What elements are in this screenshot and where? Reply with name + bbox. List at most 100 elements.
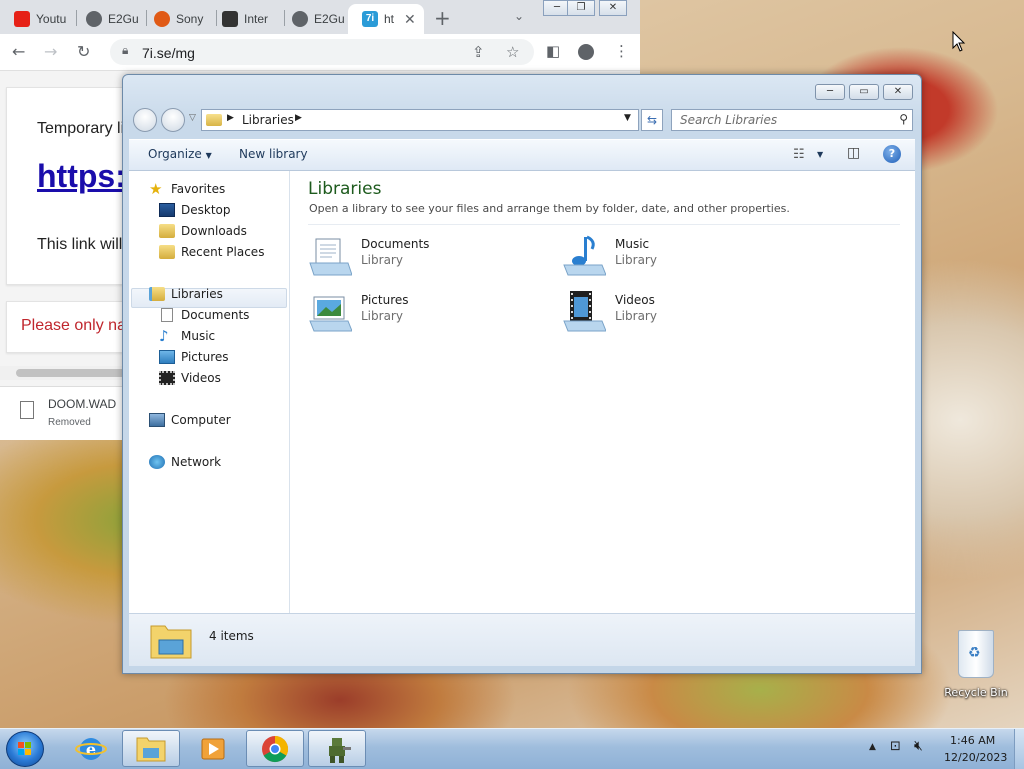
nav-label: Network bbox=[171, 455, 222, 469]
tab-e2guardian-2[interactable]: E2Gu bbox=[278, 4, 350, 34]
recent-pages-chevron-icon[interactable]: ▽ bbox=[189, 113, 196, 123]
view-options-chevron-icon[interactable]: ▼ bbox=[817, 150, 823, 159]
show-desktop-button[interactable] bbox=[1014, 729, 1024, 769]
taskbar-windows-explorer[interactable] bbox=[122, 730, 180, 767]
tab-search-chevron-icon[interactable]: ⌄ bbox=[514, 9, 524, 23]
breadcrumb-arrow-icon[interactable]: ▶ bbox=[227, 113, 234, 123]
refresh-button[interactable]: ⇆ bbox=[641, 109, 663, 131]
clock-time[interactable]: 1:46 AM bbox=[950, 734, 995, 747]
back-button[interactable] bbox=[133, 108, 157, 132]
nav-music[interactable]: ♪ Music bbox=[159, 329, 215, 344]
nav-label: Pictures bbox=[181, 350, 229, 364]
nav-libraries[interactable]: Libraries bbox=[149, 287, 223, 301]
breadcrumb-libraries[interactable]: Libraries bbox=[242, 113, 294, 127]
nav-network[interactable]: Network bbox=[149, 455, 221, 469]
temporary-link[interactable]: https: bbox=[37, 158, 126, 195]
menu-kebab-icon[interactable]: ⋮ bbox=[614, 42, 629, 60]
nav-computer[interactable]: Computer bbox=[149, 413, 231, 427]
preview-pane-icon[interactable]: ◫ bbox=[847, 145, 860, 161]
forward-icon[interactable]: → bbox=[44, 42, 57, 61]
tab-label: Sony bbox=[176, 12, 204, 26]
address-dropdown-icon[interactable]: ▼ bbox=[624, 113, 631, 123]
close-tab-icon[interactable]: ✕ bbox=[404, 11, 416, 28]
internet-explorer-icon: e bbox=[75, 738, 107, 760]
search-box[interactable]: ⚲ bbox=[671, 109, 913, 131]
videos-library-icon bbox=[563, 291, 606, 332]
organize-button[interactable]: Organize ▼ bbox=[148, 147, 212, 161]
taskbar-doom-app[interactable] bbox=[308, 730, 366, 767]
share-icon[interactable]: ⇪ bbox=[472, 43, 485, 61]
recent-places-icon bbox=[159, 245, 175, 259]
nav-documents[interactable]: Documents bbox=[159, 308, 249, 322]
search-input[interactable] bbox=[678, 112, 892, 128]
close-button[interactable]: ✕ bbox=[883, 84, 913, 100]
documents-icon bbox=[161, 308, 173, 322]
globe-icon bbox=[292, 11, 308, 27]
new-tab-button[interactable]: + bbox=[434, 6, 451, 30]
side-panel-icon[interactable]: ◧ bbox=[546, 42, 560, 60]
tab-youtube[interactable]: Youtu bbox=[0, 4, 76, 34]
library-music[interactable]: Music Library bbox=[562, 231, 802, 279]
explorer-folder-icon bbox=[136, 737, 166, 762]
forward-button[interactable] bbox=[161, 108, 185, 132]
bookmark-star-icon[interactable]: ☆ bbox=[506, 43, 519, 61]
library-videos[interactable]: Videos Library bbox=[562, 287, 802, 335]
new-library-button[interactable]: New library bbox=[239, 147, 308, 161]
navigation-pane: ★ Favorites Desktop Downloads Recent Pla… bbox=[129, 171, 290, 613]
address-bar[interactable]: ▶ Libraries ▶ ▼ bbox=[201, 109, 639, 131]
nav-videos[interactable]: Videos bbox=[159, 371, 221, 385]
recycle-bin-icon: ♻ bbox=[958, 630, 994, 678]
file-icon bbox=[20, 401, 34, 419]
tab-7i-active[interactable]: 7i ht ✕ bbox=[348, 4, 424, 34]
tab-e2guardian-1[interactable]: E2Gu bbox=[72, 4, 146, 34]
taskbar-chrome[interactable] bbox=[246, 730, 304, 767]
tab-sony[interactable]: Sony bbox=[140, 4, 216, 34]
close-button[interactable]: ✕ bbox=[599, 0, 627, 16]
taskbar-internet-explorer[interactable]: e bbox=[62, 730, 120, 767]
temporary-link-text: Temporary li bbox=[37, 120, 125, 137]
libraries-folder-icon bbox=[206, 114, 222, 126]
start-button[interactable] bbox=[6, 731, 44, 767]
nav-pictures[interactable]: Pictures bbox=[159, 350, 229, 364]
organize-label: Organize bbox=[148, 147, 202, 161]
download-filename[interactable]: DOOM.WAD bbox=[48, 397, 116, 411]
taskbar-media-player[interactable] bbox=[184, 730, 242, 767]
clock-date[interactable]: 12/20/2023 bbox=[944, 751, 1007, 764]
show-hidden-icons-icon[interactable]: ▲ bbox=[869, 742, 876, 752]
library-type: Library bbox=[361, 309, 403, 323]
network-tray-icon[interactable]: ⊡ bbox=[890, 739, 901, 754]
library-name: Pictures bbox=[361, 293, 409, 307]
profile-avatar-icon[interactable] bbox=[578, 44, 594, 60]
help-icon[interactable]: ? bbox=[883, 145, 901, 163]
nav-desktop[interactable]: Desktop bbox=[159, 203, 231, 217]
maximize-button[interactable]: ▭ bbox=[849, 84, 879, 100]
documents-library-icon bbox=[309, 238, 352, 276]
computer-icon bbox=[149, 413, 165, 427]
volume-muted-icon[interactable]: 🔇︎ bbox=[914, 738, 923, 754]
address-bar[interactable]: 🔒︎ 7i.se/mg ⇪ ☆ bbox=[110, 39, 534, 65]
restore-button[interactable]: ❐ bbox=[567, 0, 595, 16]
tab-label: Inter bbox=[244, 12, 269, 26]
nav-label: Documents bbox=[181, 308, 250, 322]
nav-label: Desktop bbox=[181, 203, 231, 217]
desktop-icon bbox=[159, 203, 175, 217]
nav-recent-places[interactable]: Recent Places bbox=[159, 245, 264, 259]
change-view-icon[interactable]: ☷ bbox=[793, 147, 805, 162]
link-expiry-text: This link will bbox=[37, 236, 123, 253]
media-player-icon bbox=[201, 738, 225, 760]
music-library-icon bbox=[563, 235, 606, 276]
nav-favorites[interactable]: ★ Favorites bbox=[149, 180, 225, 198]
library-documents[interactable]: Documents Library bbox=[308, 231, 548, 279]
explorer-body: ★ Favorites Desktop Downloads Recent Pla… bbox=[129, 171, 915, 613]
dropdown-arrow-icon: ▼ bbox=[205, 151, 212, 160]
reload-icon[interactable]: ↻ bbox=[77, 42, 90, 61]
nav-downloads[interactable]: Downloads bbox=[159, 224, 247, 238]
search-icon[interactable]: ⚲ bbox=[899, 112, 908, 126]
breadcrumb-arrow-icon[interactable]: ▶ bbox=[295, 113, 302, 123]
minimize-button[interactable]: ─ bbox=[815, 84, 845, 100]
tab-internet-archive[interactable]: Inter bbox=[208, 4, 284, 34]
star-icon: ★ bbox=[149, 180, 163, 198]
back-icon[interactable]: ← bbox=[12, 42, 25, 61]
library-pictures[interactable]: Pictures Library bbox=[308, 287, 548, 335]
recycle-bin[interactable]: ♻ Recycle Bin bbox=[944, 630, 1008, 699]
